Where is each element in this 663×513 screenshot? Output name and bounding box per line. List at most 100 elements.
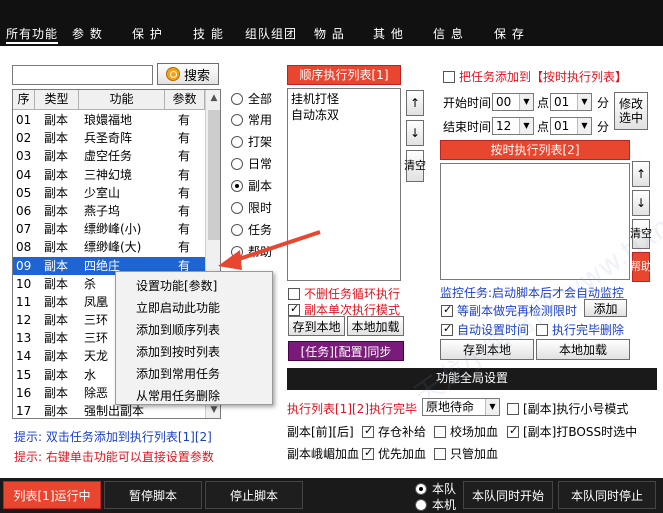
menu-item-add-timed[interactable]: 添加到按时列表 xyxy=(136,343,220,360)
menu-item-add-sequence[interactable]: 添加到顺序列表 xyxy=(136,321,220,338)
arena-heal-checkbox[interactable]: 校场加血 xyxy=(434,423,498,440)
end-time-label: 结束时间 xyxy=(443,120,492,134)
tab-info[interactable]: 信 息 xyxy=(433,26,464,42)
radio-local[interactable]: 本机 xyxy=(415,496,456,513)
end-minute-select[interactable]: 01 ▼ xyxy=(550,117,592,135)
row-param: 有 xyxy=(178,149,191,164)
only-heal-checkbox[interactable]: 只管加血 xyxy=(434,445,498,462)
team-stop-button[interactable]: 本队同时停止 xyxy=(558,481,656,509)
row-function: 缥缈峰(大) xyxy=(84,240,142,255)
search-input[interactable] xyxy=(12,65,153,85)
radio-fight[interactable]: 打架 xyxy=(231,133,272,150)
help-button[interactable]: 帮助 xyxy=(630,252,652,282)
scroll-up-icon[interactable]: ▲ xyxy=(206,90,220,106)
stop-script-button[interactable]: 停止脚本 xyxy=(205,481,303,509)
menu-item-start-now[interactable]: 立即启动此功能 xyxy=(136,299,220,316)
radio-dungeon[interactable]: 副本 xyxy=(231,177,272,194)
delete-done-checkbox[interactable]: 执行完毕删除 xyxy=(536,321,624,338)
radio-label: 副本 xyxy=(248,179,273,193)
radio-dot-selected xyxy=(415,482,427,495)
table-row[interactable]: 05 副本 少室山 有 xyxy=(13,184,205,202)
timed-list-header: 按时执行列表[2] xyxy=(440,140,630,160)
column-seq[interactable]: 序 xyxy=(13,90,35,110)
timed-load-button[interactable]: 本地加载 xyxy=(536,339,630,360)
auto-time-checkbox[interactable]: 自动设置时间 xyxy=(441,321,529,338)
checkbox-label: 不删任务循环执行 xyxy=(304,287,401,301)
after-run-select[interactable]: 原地待命 ▼ xyxy=(422,398,500,416)
row-seq: 06 xyxy=(16,203,32,218)
menu-item-add-common[interactable]: 添加到常用任务 xyxy=(136,365,220,382)
end-hour-select[interactable]: 12 ▼ xyxy=(492,117,534,135)
bottom-bar: 列表[1]运行中 暂停脚本 停止脚本 本队 本机 本队同时开始 本队同时停止 xyxy=(0,478,663,513)
timed-up-button[interactable]: ↑ xyxy=(632,161,650,187)
small-mode-checkbox[interactable]: [副本]执行小号模式 xyxy=(507,400,628,417)
table-row[interactable]: 06 副本 燕子坞 有 xyxy=(13,202,205,220)
radio-dot xyxy=(231,135,243,148)
pause-script-button[interactable]: 暂停脚本 xyxy=(104,481,202,509)
hint-double-click: 提示: 双击任务添加到执行列表[1][2] xyxy=(14,430,212,444)
row-function: 兵圣奇阵 xyxy=(84,131,133,146)
tab-items[interactable]: 物 品 xyxy=(314,26,345,42)
hint-right-click: 提示: 右键单击功能可以直接设置参数 xyxy=(14,450,214,464)
menu-item-set-params[interactable]: 设置功能[参数] xyxy=(136,277,217,294)
sequence-item[interactable]: 自动冻双 xyxy=(291,107,397,123)
table-row[interactable]: 07 副本 缥缈峰(小) 有 xyxy=(13,220,205,238)
row-seq: 13 xyxy=(16,331,32,346)
tab-other[interactable]: 其 他 xyxy=(373,26,404,42)
table-row[interactable]: 01 副本 琅嬛福地 有 xyxy=(13,111,205,129)
column-function[interactable]: 功能 xyxy=(79,90,165,110)
monitor-add-button[interactable]: 添加 xyxy=(584,299,627,317)
timed-down-button[interactable]: ↓ xyxy=(632,190,650,216)
minute-unit-label: 分 xyxy=(597,120,610,134)
row-param: 有 xyxy=(178,185,191,200)
run-status-button[interactable]: 列表[1]运行中 xyxy=(3,481,101,509)
sequence-save-button[interactable]: 存到本地 xyxy=(288,316,345,336)
column-type[interactable]: 类型 xyxy=(35,90,79,110)
radio-timed[interactable]: 限时 xyxy=(231,199,272,216)
table-row[interactable]: 08 副本 缥缈峰(大) 有 xyxy=(13,238,205,256)
radio-dot xyxy=(231,157,243,170)
radio-all[interactable]: 全部 xyxy=(231,90,272,107)
row-seq: 01 xyxy=(16,113,32,127)
warehouse-checkbox[interactable]: 存仓补给 xyxy=(362,423,426,440)
tab-protect[interactable]: 保 护 xyxy=(132,26,163,42)
column-param[interactable]: 参数 xyxy=(165,90,205,110)
priority-heal-checkbox[interactable]: 优先加血 xyxy=(362,445,426,462)
radio-daily[interactable]: 日常 xyxy=(231,155,272,172)
tab-params[interactable]: 参 数 xyxy=(72,26,103,42)
checkbox-label: [副本]执行小号模式 xyxy=(523,402,629,416)
radio-common[interactable]: 常用 xyxy=(231,111,272,128)
table-row[interactable]: 02 副本 兵圣奇阵 有 xyxy=(13,129,205,147)
start-minute-select[interactable]: 01 ▼ xyxy=(550,93,592,111)
loop-checkbox[interactable]: 不删任务循环执行 xyxy=(288,285,400,302)
tab-all-functions[interactable]: 所有功能 xyxy=(6,26,59,44)
radio-team[interactable]: 本队 xyxy=(415,480,456,497)
checkbox-box xyxy=(507,402,519,415)
table-row[interactable]: 04 副本 三神幻境 有 xyxy=(13,166,205,184)
sequence-clear-button[interactable]: 清空 xyxy=(404,150,426,182)
sequence-down-button[interactable]: ↓ xyxy=(406,120,424,146)
boss-select-checkbox[interactable]: [副本]打BOSS时选中 xyxy=(507,423,637,440)
row-type: 副本 xyxy=(44,276,69,291)
add-to-timed-checkbox[interactable]: 把任务添加到【按时执行列表】 xyxy=(443,68,627,85)
checkbox-label: 自动设置时间 xyxy=(457,323,530,337)
wait-dungeon-checkbox[interactable]: 等副本做完再检测限时 xyxy=(441,302,577,319)
tab-save[interactable]: 保 存 xyxy=(494,26,525,42)
menu-item-remove-common[interactable]: 从常用任务删除 xyxy=(136,387,220,404)
timed-clear-button[interactable]: 清空 xyxy=(630,219,652,249)
tab-skills[interactable]: 技 能 xyxy=(193,26,224,42)
table-row[interactable]: 03 副本 虚空任务 有 xyxy=(13,147,205,165)
timed-list[interactable] xyxy=(440,163,630,280)
sequence-up-button[interactable]: ↑ xyxy=(406,90,424,116)
checkbox-box-checked xyxy=(288,302,300,316)
start-hour-select[interactable]: 00 ▼ xyxy=(492,93,534,111)
timed-save-button[interactable]: 存到本地 xyxy=(440,339,534,360)
tab-team[interactable]: 组队组团 xyxy=(245,26,297,42)
modify-selected-button[interactable]: 修改选中 xyxy=(614,92,648,130)
search-button[interactable]: 搜索 xyxy=(157,63,219,85)
team-start-button[interactable]: 本队同时开始 xyxy=(463,481,553,509)
checkbox-box-checked xyxy=(441,303,453,317)
sync-config-button[interactable]: [任务][配置]同步 xyxy=(288,341,404,361)
sequence-item[interactable]: 挂机打怪 xyxy=(291,91,397,107)
sequence-load-button[interactable]: 本地加载 xyxy=(347,316,404,336)
